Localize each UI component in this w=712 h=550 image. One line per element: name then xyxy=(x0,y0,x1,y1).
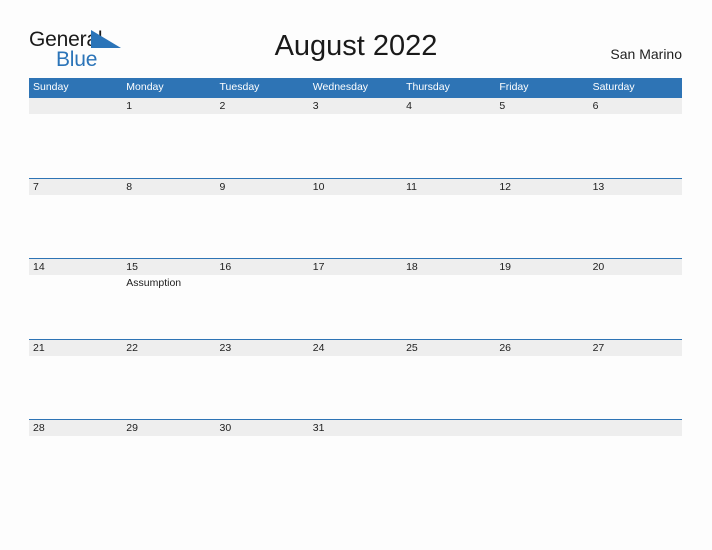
day-event xyxy=(495,356,588,419)
day-event xyxy=(495,275,588,338)
calendar-grid: Sunday Monday Tuesday Wednesday Thursday… xyxy=(29,78,682,500)
weekday-header-thursday: Thursday xyxy=(406,81,450,93)
day-number[interactable]: 6 xyxy=(589,98,682,114)
day-number[interactable]: 8 xyxy=(122,179,215,195)
weekday-header-saturday: Saturday xyxy=(592,81,635,93)
page-title: August 2022 xyxy=(274,30,438,62)
day-event xyxy=(402,195,495,258)
day-event xyxy=(589,195,682,258)
day-event xyxy=(402,275,495,338)
day-event xyxy=(122,356,215,419)
day-number[interactable]: 20 xyxy=(589,259,682,275)
day-event xyxy=(216,275,309,338)
day-number[interactable]: 16 xyxy=(216,259,309,275)
day-number[interactable]: 19 xyxy=(495,259,588,275)
day-event xyxy=(402,436,495,499)
day-event xyxy=(589,356,682,419)
day-event xyxy=(29,275,122,338)
day-event xyxy=(122,436,215,499)
day-number[interactable]: 25 xyxy=(402,340,495,356)
week-date-band: 14 15 16 17 18 19 20 xyxy=(29,258,682,275)
day-number[interactable]: 11 xyxy=(402,179,495,195)
weekday-header-wednesday: Wednesday xyxy=(312,81,369,93)
day-number[interactable]: 27 xyxy=(589,340,682,356)
day-number[interactable]: 26 xyxy=(495,340,588,356)
day-event xyxy=(309,436,402,499)
week-date-band: 1 2 3 4 5 6 xyxy=(29,97,682,114)
weekday-header-sunday: Sunday xyxy=(33,81,69,93)
day-number[interactable]: 17 xyxy=(309,259,402,275)
weekday-header-row: Sunday Monday Tuesday Wednesday Thursday… xyxy=(29,78,682,97)
week-event-area: Assumption xyxy=(29,275,682,338)
day-number[interactable]: 29 xyxy=(122,420,215,436)
day-event xyxy=(495,114,588,177)
week-date-band: 21 22 23 24 25 26 27 xyxy=(29,338,682,356)
day-event xyxy=(309,114,402,177)
week-event-area xyxy=(29,194,682,258)
day-number[interactable] xyxy=(29,98,122,114)
day-event xyxy=(29,356,122,419)
calendar-week-row: 28 29 30 31 xyxy=(29,419,682,500)
day-event xyxy=(589,275,682,338)
day-number[interactable]: 23 xyxy=(216,340,309,356)
week-date-band: 28 29 30 31 xyxy=(29,419,682,436)
day-event xyxy=(402,356,495,419)
day-number[interactable]: 4 xyxy=(402,98,495,114)
day-event xyxy=(309,356,402,419)
day-number[interactable]: 14 xyxy=(29,259,122,275)
day-number[interactable]: 5 xyxy=(495,98,588,114)
day-event xyxy=(589,436,682,499)
day-number[interactable]: 7 xyxy=(29,179,122,195)
day-event xyxy=(29,195,122,258)
day-event xyxy=(309,275,402,338)
day-event xyxy=(309,195,402,258)
day-event xyxy=(122,195,215,258)
day-event-holiday: Assumption xyxy=(126,277,182,289)
calendar-week-row: 21 22 23 24 25 26 27 xyxy=(29,338,682,420)
weekday-header-tuesday: Tuesday xyxy=(219,81,260,93)
day-number[interactable]: 12 xyxy=(495,179,588,195)
day-number[interactable]: 28 xyxy=(29,420,122,436)
week-event-area xyxy=(29,355,682,419)
day-number[interactable]: 15 xyxy=(122,259,215,275)
calendar-location-label: San Marino xyxy=(610,46,682,62)
day-number-empty xyxy=(402,420,495,436)
day-event xyxy=(402,114,495,177)
day-number[interactable]: 24 xyxy=(309,340,402,356)
day-number[interactable]: 21 xyxy=(29,340,122,356)
day-event xyxy=(216,195,309,258)
day-number[interactable]: 2 xyxy=(216,98,309,114)
weekday-header-friday: Friday xyxy=(499,81,529,93)
day-event xyxy=(216,436,309,499)
day-number[interactable]: 22 xyxy=(122,340,215,356)
day-event xyxy=(589,114,682,177)
week-event-area xyxy=(29,436,682,499)
day-event xyxy=(216,356,309,419)
day-number[interactable]: 30 xyxy=(216,420,309,436)
day-event xyxy=(122,114,215,177)
day-number[interactable]: 13 xyxy=(589,179,682,195)
day-event xyxy=(216,114,309,177)
day-event xyxy=(29,436,122,499)
day-event xyxy=(495,195,588,258)
week-date-band: 7 8 9 10 11 12 13 xyxy=(29,177,682,195)
day-number[interactable]: 1 xyxy=(122,98,215,114)
day-number[interactable]: 31 xyxy=(309,420,402,436)
calendar-week-row: 1 2 3 4 5 6 xyxy=(29,97,682,178)
day-number[interactable]: 9 xyxy=(216,179,309,195)
day-number[interactable]: 3 xyxy=(309,98,402,114)
calendar-week-row: 7 8 9 10 11 12 13 xyxy=(29,177,682,259)
page-header: General Blue August 2022 San Marino xyxy=(0,0,712,76)
day-number[interactable]: 10 xyxy=(309,179,402,195)
week-event-area xyxy=(29,114,682,177)
day-event xyxy=(29,114,122,177)
day-number-empty xyxy=(495,420,588,436)
calendar-week-row: 14 15 16 17 18 19 20 Assumption xyxy=(29,258,682,339)
day-number[interactable]: 18 xyxy=(402,259,495,275)
day-number-empty xyxy=(589,420,682,436)
weekday-header-monday: Monday xyxy=(126,81,164,93)
day-event xyxy=(495,436,588,499)
